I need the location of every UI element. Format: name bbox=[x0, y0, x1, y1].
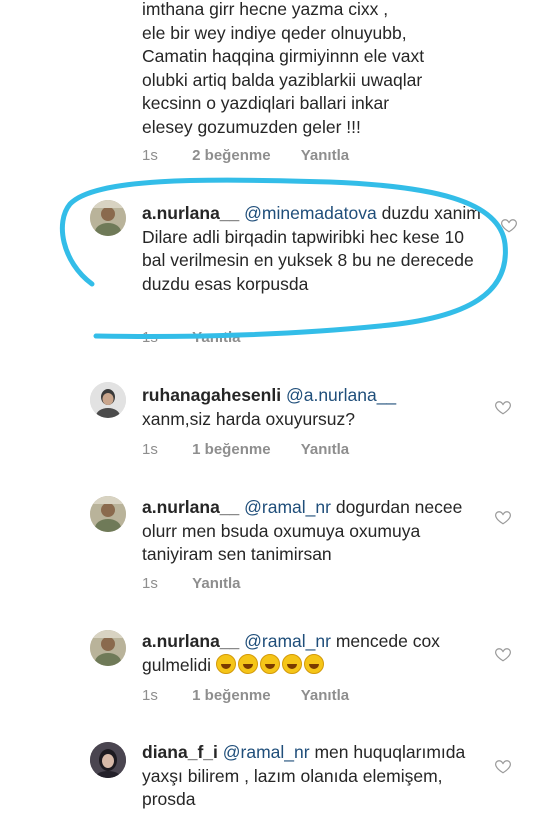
annotation-oval bbox=[59, 177, 508, 340]
comments-page: imthana girr hecne yazma cixx , ele bir … bbox=[0, 0, 540, 816]
